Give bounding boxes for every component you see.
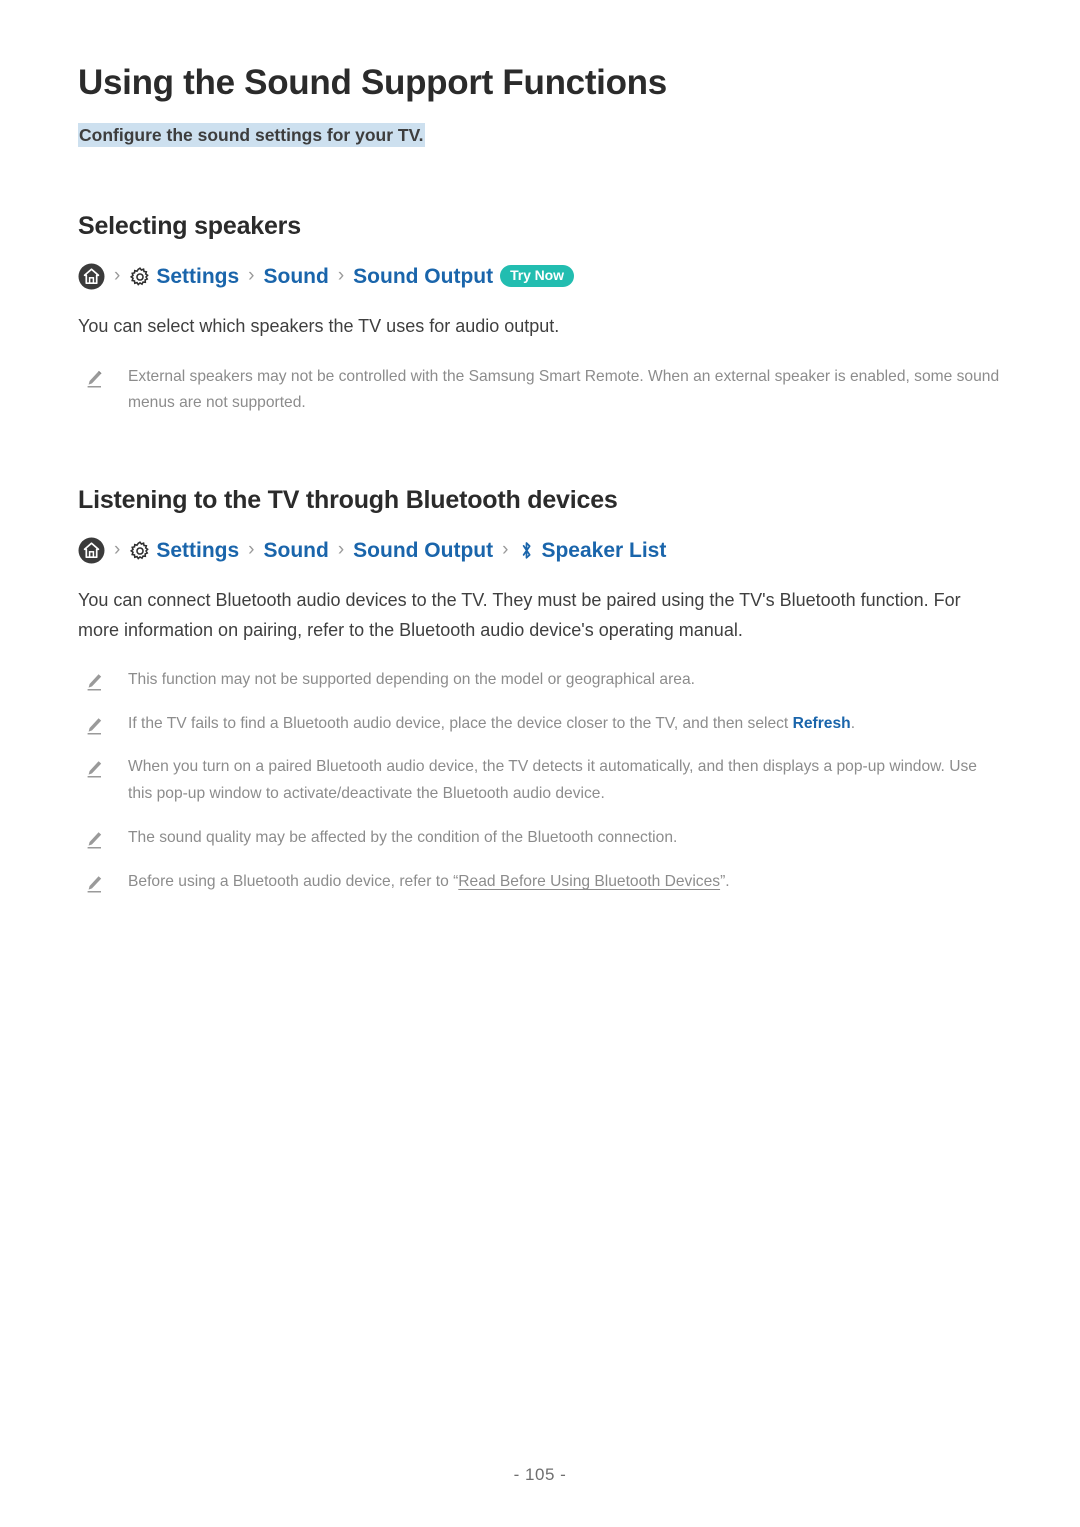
- page-subtitle-row: Configure the sound settings for your TV…: [78, 122, 1002, 149]
- breadcrumb-separator: ›: [114, 265, 121, 287]
- breadcrumb-label-speaker-list: Speaker List: [541, 539, 667, 563]
- section-heading-selecting-speakers: Selecting speakers: [78, 212, 301, 241]
- breadcrumb-item-sound-output[interactable]: Sound Output: [353, 540, 493, 561]
- section-body-selecting-speakers: You can select which speakers the TV use…: [78, 316, 560, 337]
- note-text: This function may not be supported depen…: [128, 670, 695, 688]
- pencil-note-icon: [84, 869, 106, 894]
- section-heading-bluetooth: Listening to the TV through Bluetooth de…: [78, 486, 618, 515]
- note-item: External speakers may not be controlled …: [78, 364, 1002, 418]
- notes-list-selecting-speakers: External speakers may not be controlled …: [78, 364, 1002, 418]
- note-text-after: ”.: [720, 872, 730, 890]
- note-text: External speakers may not be controlled …: [128, 367, 1000, 412]
- note-item: The sound quality may be affected by the…: [78, 825, 1002, 852]
- pencil-note-icon: [84, 825, 106, 850]
- try-now-badge[interactable]: Try Now: [500, 264, 574, 288]
- pencil-note-icon: [84, 754, 106, 779]
- note-item: This function may not be supported depen…: [78, 667, 1002, 694]
- breadcrumb-separator: ›: [114, 539, 121, 561]
- breadcrumb-item-sound[interactable]: Sound: [264, 266, 329, 287]
- note-text: If the TV fails to find a Bluetooth audi…: [128, 711, 855, 738]
- breadcrumb-separator: ›: [337, 539, 345, 561]
- pencil-note-icon: [84, 711, 106, 736]
- home-icon[interactable]: [78, 263, 105, 290]
- pencil-note-icon: [84, 364, 106, 389]
- note-text: The sound quality may be affected by the…: [128, 828, 678, 846]
- note-text-before: If the TV fails to find a Bluetooth audi…: [128, 714, 793, 732]
- note-text: Before using a Bluetooth audio device, r…: [128, 869, 730, 896]
- breadcrumb-speaker-list[interactable]: › Settings › Sound › Sound Output › Spea…: [78, 537, 1002, 564]
- breadcrumb-separator: ›: [337, 265, 345, 287]
- refresh-link[interactable]: Refresh: [793, 715, 851, 732]
- breadcrumb-item-settings[interactable]: Settings: [129, 540, 239, 562]
- page-title: Using the Sound Support Functions: [78, 63, 667, 102]
- breadcrumb-separator: ›: [248, 539, 255, 561]
- breadcrumb-separator: ›: [502, 539, 509, 561]
- breadcrumb-item-speaker-list[interactable]: Speaker List: [517, 539, 666, 562]
- breadcrumb-separator: ›: [248, 265, 255, 287]
- breadcrumb-label-settings: Settings: [156, 539, 240, 563]
- breadcrumb-sound-output[interactable]: › Settings › Sound › Sound Output Try No…: [78, 263, 1002, 290]
- note-text: When you turn on a paired Bluetooth audi…: [128, 758, 977, 803]
- note-text-before: Before using a Bluetooth audio device, r…: [128, 872, 459, 890]
- home-icon[interactable]: [78, 537, 105, 564]
- breadcrumb-item-settings[interactable]: Settings: [129, 266, 239, 288]
- notes-list-bluetooth: This function may not be supported depen…: [78, 667, 1002, 896]
- note-item: Before using a Bluetooth audio device, r…: [78, 869, 1002, 896]
- bluetooth-icon: [517, 539, 536, 562]
- read-before-using-bluetooth-devices-link[interactable]: Read Before Using Bluetooth Devices: [458, 873, 720, 890]
- note-item: When you turn on a paired Bluetooth audi…: [78, 754, 1002, 808]
- breadcrumb-item-sound[interactable]: Sound: [264, 540, 329, 561]
- gear-icon: [129, 266, 151, 288]
- gear-icon: [129, 540, 151, 562]
- pencil-note-icon: [84, 667, 106, 692]
- document-page: Using the Sound Support Functions Config…: [0, 0, 1080, 1527]
- note-text-after: .: [850, 714, 856, 732]
- breadcrumb-item-sound-output[interactable]: Sound Output: [353, 266, 493, 287]
- note-item: If the TV fails to find a Bluetooth audi…: [78, 711, 1002, 738]
- page-subtitle: Configure the sound settings for your TV…: [78, 123, 425, 147]
- section-body-bluetooth: You can connect Bluetooth audio devices …: [78, 590, 961, 640]
- page-number: - 105 -: [513, 1465, 567, 1484]
- breadcrumb-label-settings: Settings: [156, 265, 240, 289]
